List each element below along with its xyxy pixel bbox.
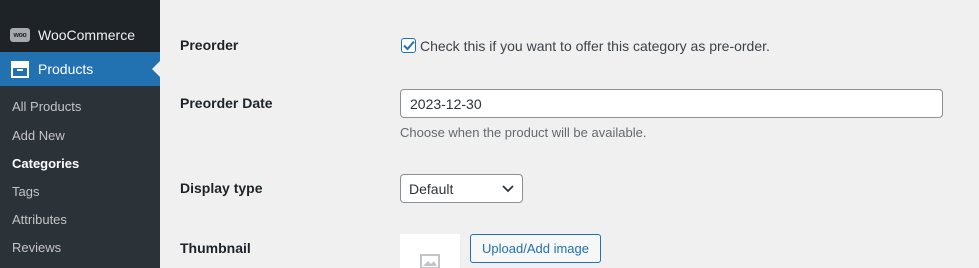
submenu-add-new[interactable]: Add New [12, 127, 65, 145]
woocommerce-icon: woo [2, 18, 38, 52]
submenu-tags[interactable]: Tags [12, 183, 39, 201]
preorder-checkbox[interactable] [401, 38, 416, 53]
submenu-categories[interactable]: Categories [12, 155, 79, 173]
menu-products[interactable]: Products [0, 52, 160, 86]
display-type-select[interactable]: Default [400, 174, 523, 203]
display-type-selected: Default [409, 180, 454, 197]
products-submenu: All Products Add New Categories Tags Att… [0, 86, 160, 268]
image-placeholder-icon [420, 254, 440, 268]
preorder-checkbox-text: Check this if you want to offer this cat… [420, 38, 770, 54]
menu-woocommerce[interactable]: woo WooCommerce [0, 18, 160, 52]
archive-box-icon [2, 52, 38, 86]
thumbnail-label: Thumbnail [180, 240, 251, 256]
submenu-attributes[interactable]: Attributes [12, 211, 67, 229]
submenu-reviews[interactable]: Reviews [12, 239, 61, 257]
preorder-date-label: Preorder Date [180, 95, 273, 111]
menu-products-label: Products [38, 61, 94, 77]
display-type-label: Display type [180, 180, 263, 196]
admin-sidebar: woo WooCommerce Products All Products Ad… [0, 0, 160, 268]
submenu-all-products[interactable]: All Products [12, 98, 81, 116]
preorder-label: Preorder [180, 37, 239, 53]
preorder-date-description: Choose when the product will be availabl… [400, 125, 647, 140]
menu-woocommerce-label: WooCommerce [38, 27, 135, 43]
upload-add-image-button[interactable]: Upload/Add image [470, 234, 601, 263]
checkmark-icon [402, 40, 415, 51]
chevron-down-icon [502, 184, 514, 192]
current-menu-arrow [152, 61, 160, 77]
preorder-date-input[interactable] [400, 89, 943, 118]
